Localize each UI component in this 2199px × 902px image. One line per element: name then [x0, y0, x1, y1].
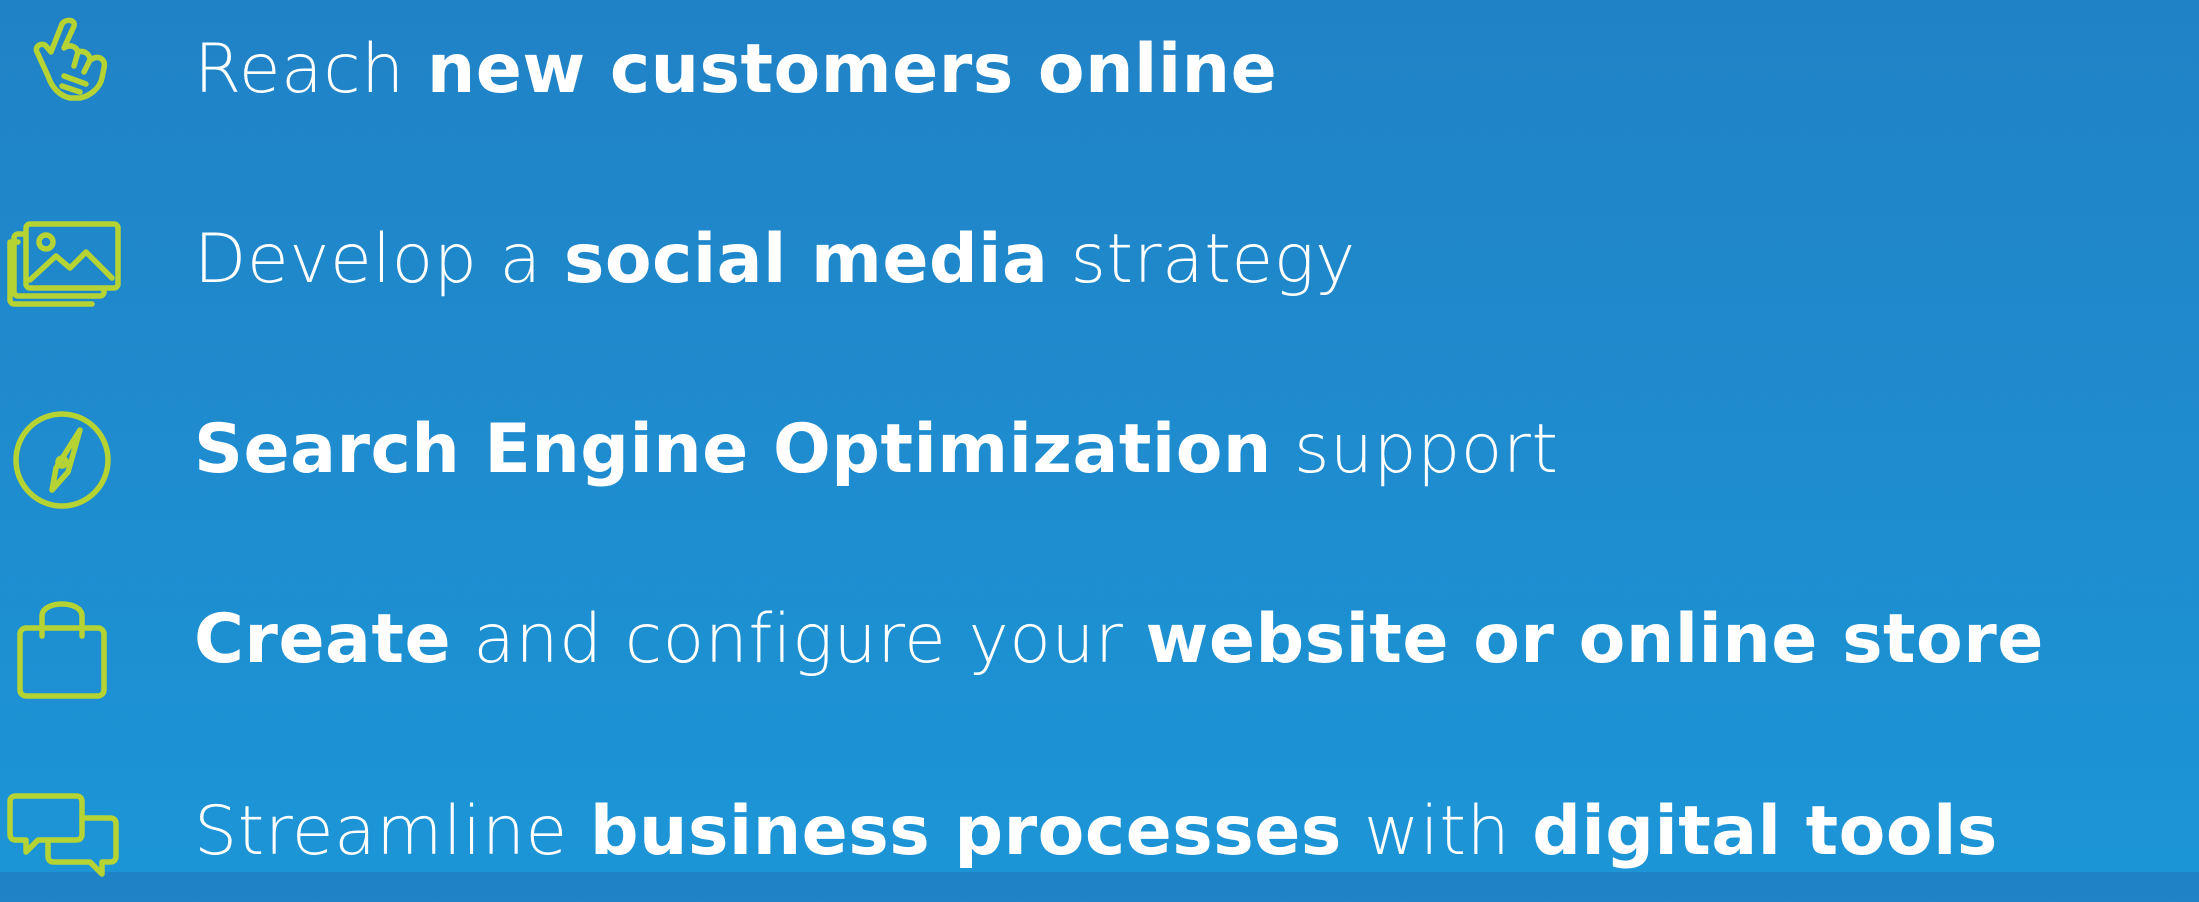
feature-item-reach-customers: Reach new customers online [0, 0, 2199, 140]
feature-text-part: support [1271, 410, 1559, 489]
feature-item-website-store: Create and configure your website or onl… [0, 570, 2199, 710]
feature-text-part-bold: Search Engine Optimization [194, 410, 1272, 489]
feature-item-social-media: Develop a social media strategy [0, 190, 2199, 330]
feature-text-digital-tools: Streamline business processes with digit… [194, 762, 1998, 902]
feature-text-part: Streamline [194, 792, 590, 871]
image-gallery-icon [4, 200, 124, 320]
pointing-hand-icon [4, 10, 124, 130]
feature-item-digital-tools: Streamline business processes with digit… [0, 762, 2199, 902]
feature-text-part-bold: social media [563, 220, 1049, 299]
feature-list: Reach new customers online Develop a soc… [0, 0, 2199, 877]
feature-text-part: strategy [1048, 220, 1356, 299]
feature-text-part-bold: digital tools [1532, 792, 1998, 871]
feature-text-reach-customers: Reach new customers online [194, 0, 1277, 140]
feature-text-part-bold: website or online store [1145, 600, 2044, 679]
feature-text-social-media: Develop a social media strategy [194, 190, 1356, 330]
feature-item-seo: Search Engine Optimization support [0, 380, 2199, 520]
feature-text-website-store: Create and configure your website or onl… [194, 570, 2044, 710]
chat-bubbles-icon [4, 772, 124, 892]
feature-text-part-bold: Create [194, 600, 452, 679]
compass-icon [4, 390, 124, 510]
shopping-bag-icon [4, 580, 124, 700]
feature-text-part-bold: new customers online [426, 30, 1278, 109]
feature-text-part-bold: business processes [589, 792, 1342, 871]
feature-text-part: Develop a [194, 220, 564, 299]
feature-text-part: Reach [194, 30, 427, 109]
feature-text-part: and configure your [451, 600, 1146, 679]
feature-text-part: with [1341, 792, 1533, 871]
feature-text-seo: Search Engine Optimization support [194, 380, 1559, 520]
